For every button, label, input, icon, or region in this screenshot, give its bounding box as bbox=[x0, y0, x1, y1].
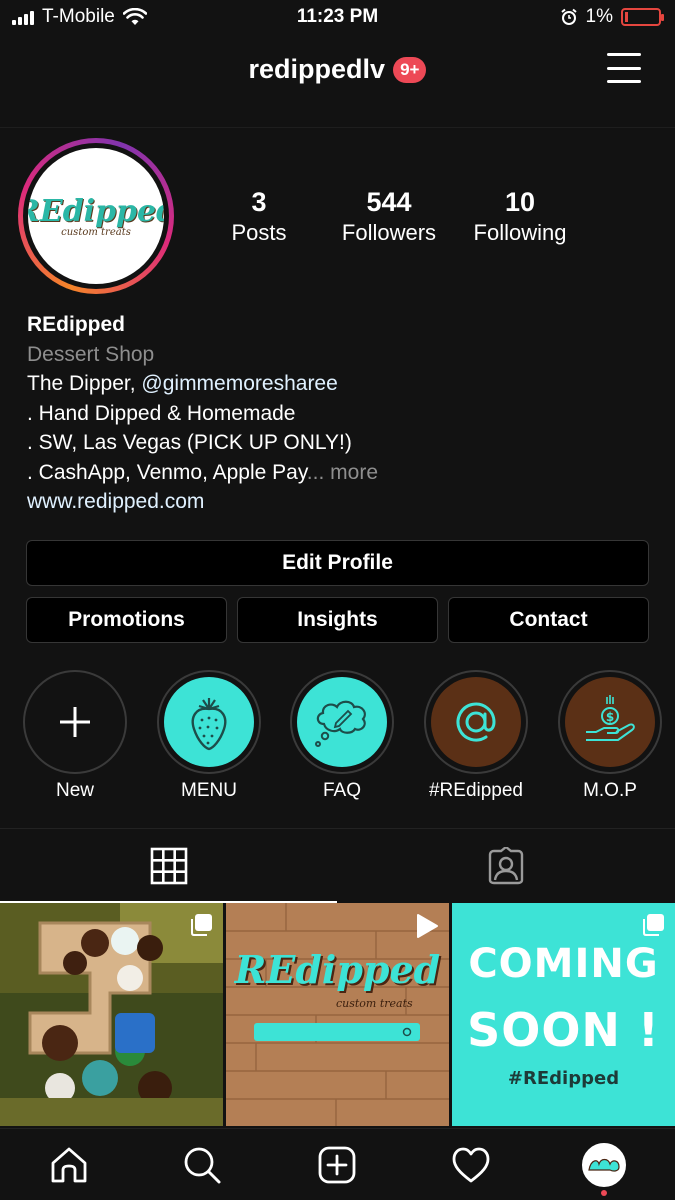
battery-icon bbox=[621, 8, 664, 26]
battery-percent: 1% bbox=[585, 6, 613, 27]
multi-photo-icon bbox=[643, 914, 664, 936]
bio-line-3: . SW, Las Vegas (PICK UP ONLY!) bbox=[27, 431, 352, 454]
followers-stat[interactable]: 544 Followers bbox=[334, 187, 444, 246]
highlight-ring[interactable] bbox=[23, 670, 127, 774]
bio-line-4: . CashApp, Venmo, Apple Pay... more bbox=[27, 458, 647, 488]
highlight-ring[interactable] bbox=[290, 670, 394, 774]
highlight-label: M.O.P bbox=[583, 780, 637, 801]
profile-avatar[interactable]: REdipped custom treats bbox=[18, 138, 174, 294]
plus-icon bbox=[30, 677, 120, 767]
bio-more-link[interactable]: more bbox=[324, 461, 378, 484]
play-icon bbox=[417, 914, 438, 938]
highlight-new[interactable]: New bbox=[23, 670, 127, 801]
highlight-redipped[interactable]: #REdipped bbox=[424, 670, 528, 801]
post-hashtag: #REdipped bbox=[507, 1068, 620, 1089]
highlight-menu[interactable]: MENU bbox=[157, 670, 261, 801]
multi-photo-icon bbox=[191, 914, 212, 936]
bottom-nav bbox=[0, 1128, 675, 1200]
promotions-button[interactable]: Promotions bbox=[26, 597, 227, 643]
highlight-ring[interactable]: $ bbox=[558, 670, 662, 774]
profile-category: Dessert Shop bbox=[27, 342, 155, 366]
grid-icon bbox=[150, 847, 187, 885]
followers-count: 544 bbox=[366, 187, 412, 217]
bio-ellipsis: ... bbox=[306, 460, 325, 484]
profile-header: redippedlv 9+ bbox=[0, 36, 675, 128]
new-post-icon[interactable] bbox=[315, 1143, 359, 1187]
post-tile[interactable] bbox=[0, 903, 223, 1126]
logo-subtext: custom treats bbox=[61, 227, 131, 238]
following-stat[interactable]: 10 Following bbox=[464, 187, 576, 246]
notification-badge[interactable]: 9+ bbox=[393, 56, 427, 83]
menu-icon[interactable] bbox=[607, 53, 641, 83]
contact-button[interactable]: Contact bbox=[448, 597, 649, 643]
post-tile[interactable]: COMING SOON ! #REdipped bbox=[452, 903, 675, 1126]
tab-grid[interactable] bbox=[0, 829, 337, 903]
post-logo-text: REdipped bbox=[234, 947, 441, 992]
thought-bubble-icon bbox=[297, 677, 387, 767]
coming-soon-line-1: COMING bbox=[468, 941, 659, 987]
posts-stat[interactable]: 3 Posts bbox=[219, 187, 299, 246]
account-switcher[interactable]: redippedlv 9+ bbox=[0, 54, 675, 85]
home-icon[interactable] bbox=[47, 1143, 91, 1187]
notification-dot bbox=[601, 1190, 607, 1196]
post-tile[interactable]: REdipped custom treats bbox=[226, 903, 449, 1126]
post-logo-subtext: custom treats bbox=[336, 997, 413, 1010]
redipped-logo-mini bbox=[588, 1158, 620, 1172]
at-sign-icon bbox=[431, 677, 521, 767]
nav-avatar bbox=[582, 1143, 626, 1187]
status-right: 1% bbox=[560, 6, 664, 28]
posts-count: 3 bbox=[251, 187, 267, 217]
highlight-faq[interactable]: FAQ bbox=[290, 670, 394, 801]
bio-line-4-text: . CashApp, Venmo, Apple Pay bbox=[27, 460, 307, 484]
status-bar: T-Mobile 11:23 PM 1% bbox=[0, 0, 675, 36]
svg-text:$: $ bbox=[606, 710, 614, 724]
following-count: 10 bbox=[504, 187, 536, 217]
bio-line-1: The Dipper, @gimmemoresharee bbox=[27, 369, 647, 399]
tagged-person-icon bbox=[488, 847, 523, 885]
followers-label: Followers bbox=[341, 220, 437, 245]
profile-tabs bbox=[0, 828, 675, 903]
profile-avatar-icon[interactable] bbox=[582, 1143, 626, 1196]
hand-money-icon: $ bbox=[565, 677, 655, 767]
bio-section: REdipped Dessert Shop The Dipper, @gimme… bbox=[27, 310, 647, 517]
activity-heart-icon[interactable] bbox=[449, 1143, 493, 1187]
logo-text: REdipped bbox=[28, 194, 164, 229]
posts-label: Posts bbox=[231, 220, 287, 245]
insights-button[interactable]: Insights bbox=[237, 597, 438, 643]
highlight-mop[interactable]: $ M.O.P bbox=[558, 670, 662, 801]
following-label: Following bbox=[473, 220, 567, 245]
website-link[interactable]: www.redipped.com bbox=[27, 487, 647, 517]
bio-line-2: . Hand Dipped & Homemade bbox=[27, 401, 296, 425]
search-icon[interactable] bbox=[180, 1143, 224, 1187]
bio-mention-link[interactable]: @gimmemoresharee bbox=[141, 372, 337, 395]
bio-prefix: The Dipper, bbox=[27, 372, 142, 395]
profile-name: REdipped bbox=[27, 313, 125, 336]
highlight-ring[interactable] bbox=[157, 670, 261, 774]
edit-profile-button[interactable]: Edit Profile bbox=[26, 540, 649, 586]
alarm-icon bbox=[560, 8, 577, 25]
username-title[interactable]: redippedlv bbox=[249, 54, 386, 85]
tab-tagged[interactable] bbox=[337, 829, 674, 903]
strawberry-icon bbox=[164, 677, 254, 767]
highlight-ring[interactable] bbox=[424, 670, 528, 774]
coming-soon-line-2: SOON ! bbox=[467, 1003, 660, 1057]
redipped-logo: REdipped custom treats bbox=[28, 148, 164, 284]
